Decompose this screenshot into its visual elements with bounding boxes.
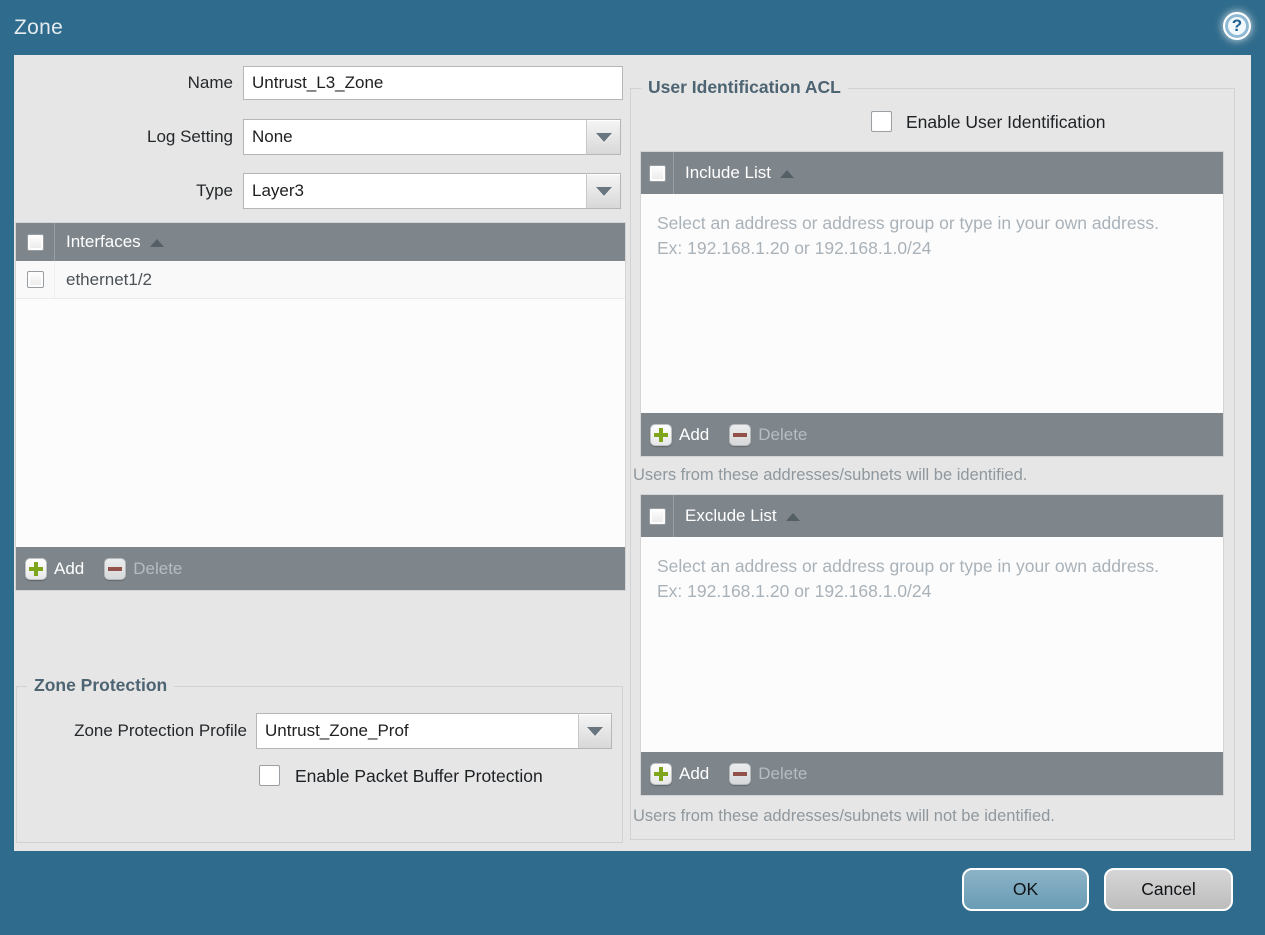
- include-list-column-label: Include List: [685, 163, 771, 182]
- sort-ascending-icon: [780, 170, 794, 178]
- select-all-cell: [641, 495, 674, 537]
- zone-protection-profile-label: Zone Protection Profile: [74, 721, 247, 740]
- select-all-checkbox[interactable]: [648, 164, 666, 182]
- minus-icon: [729, 762, 752, 785]
- name-label: Name: [187, 73, 233, 92]
- packet-buffer-protection-checkbox[interactable]: [259, 765, 280, 786]
- log-setting-label: Log Setting: [146, 127, 233, 146]
- exclude-list-placeholder: Select an address or address group or ty…: [657, 556, 1159, 601]
- add-button[interactable]: Add: [25, 557, 85, 580]
- zone-protection-profile-dropdown-trigger[interactable]: [578, 713, 612, 749]
- exclude-list-column-label: Exclude List: [685, 506, 777, 525]
- row-checkbox[interactable]: [26, 271, 44, 288]
- zone-protection-profile-input[interactable]: [256, 713, 579, 749]
- chevron-down-icon: [587, 726, 603, 736]
- include-list-body[interactable]: Select an address or address group or ty…: [641, 194, 1223, 413]
- dialog-body: Name Log Setting Type Interfaces: [14, 55, 1251, 851]
- interfaces-grid: Interfaces ethernet1/2 Add Delete: [16, 223, 625, 590]
- ok-button[interactable]: OK: [962, 868, 1089, 911]
- select-all-checkbox[interactable]: [648, 507, 666, 525]
- include-list-placeholder: Select an address or address group or ty…: [657, 213, 1159, 258]
- select-all-cell: [16, 223, 55, 261]
- zone-protection-legend: Zone Protection: [27, 675, 175, 696]
- plus-icon: [25, 557, 47, 580]
- select-all-cell: [641, 152, 674, 194]
- plus-icon: [650, 762, 672, 785]
- type-label: Type: [196, 181, 233, 200]
- add-button[interactable]: Add: [650, 762, 710, 785]
- enable-user-identification-label: Enable User Identification: [906, 112, 1106, 132]
- plus-icon: [650, 423, 672, 446]
- log-setting-dropdown-trigger[interactable]: [586, 119, 621, 155]
- interfaces-grid-body: ethernet1/2: [16, 261, 625, 547]
- type-input[interactable]: [243, 173, 587, 209]
- sort-ascending-icon: [149, 239, 164, 247]
- exclude-list-toolbar: Add Delete: [641, 752, 1223, 795]
- exclude-list-header: Exclude List: [641, 495, 1223, 537]
- add-button[interactable]: Add: [650, 423, 710, 446]
- name-input[interactable]: [243, 66, 623, 100]
- interfaces-grid-toolbar: Add Delete: [16, 547, 625, 590]
- select-all-checkbox[interactable]: [26, 233, 44, 251]
- exclude-list-column-header[interactable]: Exclude List: [674, 495, 800, 537]
- chevron-down-icon: [595, 186, 612, 196]
- delete-button-label: Delete: [758, 763, 808, 783]
- add-button-label: Add: [679, 763, 710, 783]
- delete-button-label: Delete: [758, 424, 808, 444]
- add-button-label: Add: [679, 424, 710, 444]
- row-select-cell: [16, 261, 55, 298]
- exclude-list-note: Users from these addresses/subnets will …: [633, 807, 1055, 825]
- help-icon[interactable]: ?: [1223, 12, 1251, 40]
- table-row[interactable]: ethernet1/2: [16, 261, 625, 299]
- minus-icon: [104, 557, 127, 580]
- include-list-grid: Include List Select an address or addres…: [641, 152, 1223, 456]
- packet-buffer-protection-label: Enable Packet Buffer Protection: [295, 766, 543, 786]
- cancel-button[interactable]: Cancel: [1104, 868, 1233, 911]
- add-button-label: Add: [54, 558, 85, 578]
- exclude-list-body[interactable]: Select an address or address group or ty…: [641, 537, 1223, 752]
- log-setting-input[interactable]: [243, 119, 587, 155]
- enable-user-identification-checkbox[interactable]: [871, 111, 892, 132]
- user-identification-legend: User Identification ACL: [641, 77, 848, 98]
- interfaces-column-label: Interfaces: [66, 232, 141, 251]
- sort-ascending-icon: [785, 513, 800, 521]
- interfaces-column-header[interactable]: Interfaces: [55, 223, 164, 261]
- include-list-header: Include List: [641, 152, 1223, 194]
- include-list-toolbar: Add Delete: [641, 413, 1223, 456]
- delete-button-label: Delete: [133, 558, 183, 578]
- exclude-list-grid: Exclude List Select an address or addres…: [641, 495, 1223, 795]
- delete-button[interactable]: Delete: [729, 423, 808, 446]
- delete-button[interactable]: Delete: [104, 557, 183, 580]
- minus-icon: [729, 423, 752, 446]
- include-list-note: Users from these addresses/subnets will …: [633, 466, 1028, 484]
- type-dropdown-trigger[interactable]: [586, 173, 621, 209]
- delete-button[interactable]: Delete: [729, 762, 808, 785]
- interfaces-grid-header: Interfaces: [16, 223, 625, 261]
- dialog-title: Zone: [14, 16, 64, 39]
- interface-name: ethernet1/2: [66, 269, 153, 289]
- chevron-down-icon: [595, 132, 612, 142]
- include-list-column-header[interactable]: Include List: [674, 152, 794, 194]
